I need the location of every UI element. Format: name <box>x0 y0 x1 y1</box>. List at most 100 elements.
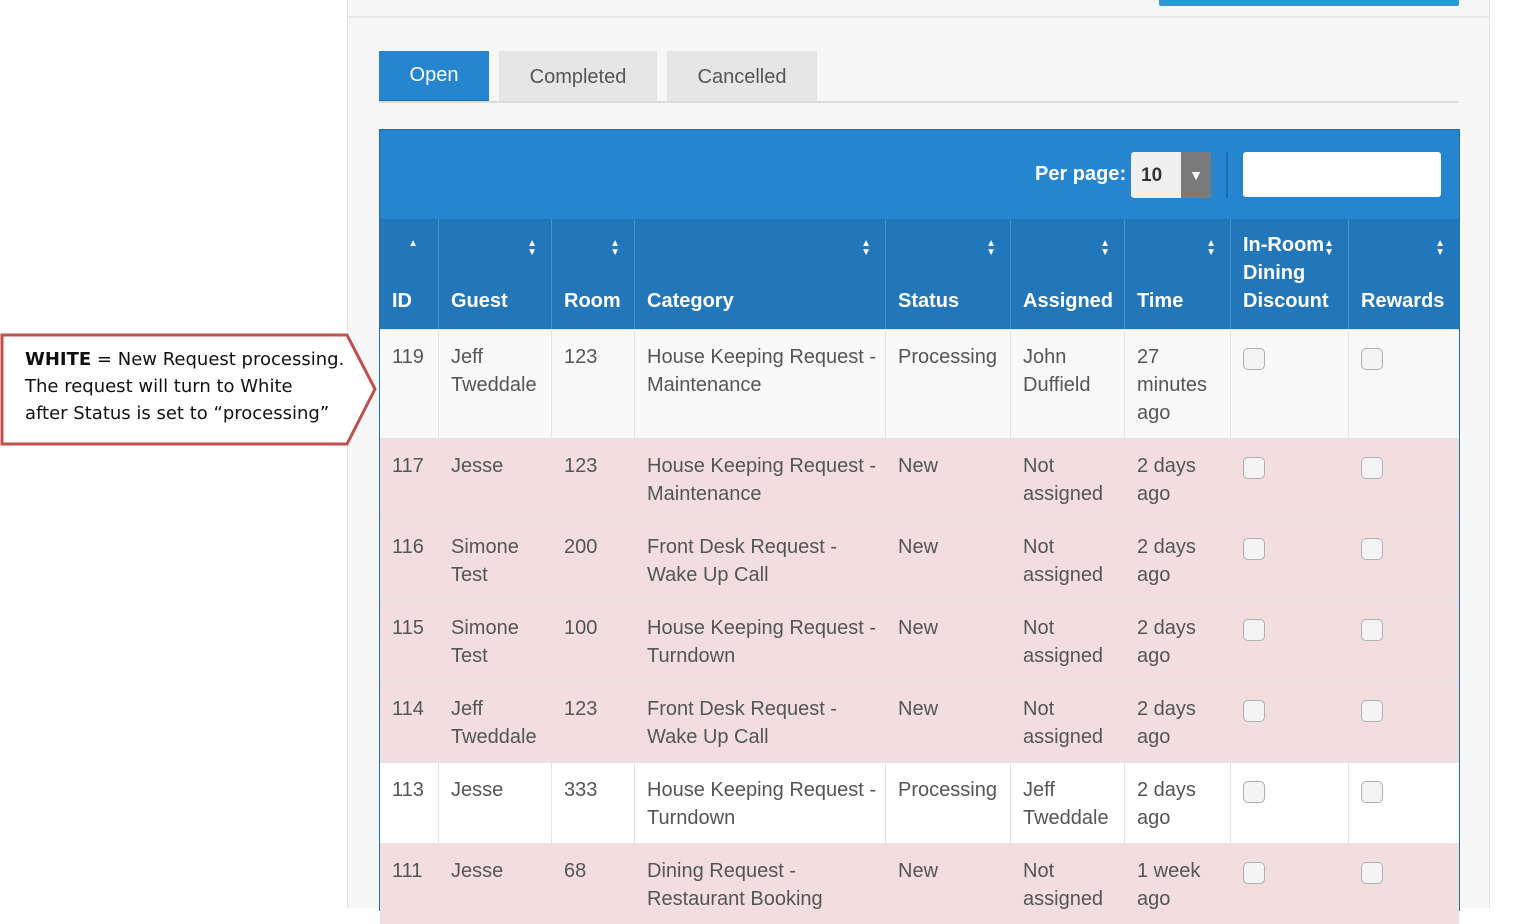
cell-category: House Keeping Request - Maintenance <box>647 455 877 505</box>
cell-time: 2 days ago <box>1137 698 1196 748</box>
cell-time: 2 days ago <box>1137 455 1196 505</box>
tab-cancelled[interactable]: Cancelled <box>667 51 817 103</box>
sort-both-icon: ▲ ▼ <box>610 238 620 258</box>
discount-checkbox[interactable] <box>1243 619 1265 641</box>
table-row[interactable]: 113 Jesse 333 House Keeping Request - Turnd… <box>380 762 1459 843</box>
cell-room: 200 <box>564 536 598 558</box>
cell-id: 114 <box>392 698 424 720</box>
callout-line1: = New Request processing. <box>91 349 345 370</box>
cell-assigned: Not assigned <box>1023 536 1104 586</box>
column-header-id[interactable]: ID ▲ <box>380 219 439 329</box>
table-row[interactable]: 114 Jeff Tweddale 123 Front Desk Request - … <box>380 681 1459 762</box>
requests-panel: Open Completed Cancelled Per page: 10 ▼ … <box>347 0 1490 924</box>
annotation-callout: WHITE = New Request processing. The requ… <box>0 333 380 447</box>
cell-discount <box>1231 520 1349 600</box>
table-header: ID ▲ Guest ▲ ▼ Room ▲ ▼ Category ▲ ▼ Status ▲ ▼ Assign… <box>380 219 1459 329</box>
per-page-select[interactable]: 10 ▼ <box>1131 152 1211 198</box>
cell-guest: Jesse <box>451 455 504 477</box>
column-header-label: Time <box>1137 290 1184 312</box>
cell-room: 123 <box>564 455 598 477</box>
cell-room: 333 <box>552 763 635 843</box>
discount-checkbox[interactable] <box>1243 862 1265 884</box>
discount-checkbox[interactable] <box>1243 781 1265 803</box>
cell-room: 123 <box>564 698 598 720</box>
rewards-checkbox[interactable] <box>1361 862 1383 884</box>
cell-rewards <box>1349 763 1459 843</box>
cell-rewards <box>1349 844 1459 924</box>
cell-status: Processing <box>886 763 1011 843</box>
rewards-checkbox[interactable] <box>1361 457 1383 479</box>
table-row[interactable]: 111 Jesse 68 Dining Request - Restaurant Bo… <box>380 843 1459 924</box>
callout-line2: The request will turn to White <box>25 376 293 397</box>
sort-both-icon: ▲ ▼ <box>527 238 537 258</box>
cell-guest: Jeff Tweddale <box>451 698 537 748</box>
search-input[interactable] <box>1243 152 1441 197</box>
column-header-label: Status <box>898 290 960 312</box>
cell-id: 116 <box>392 536 424 558</box>
discount-checkbox[interactable] <box>1243 457 1265 479</box>
requests-table: Per page: 10 ▼ ID ▲ Guest ▲ ▼ Room ▲ ▼ Category ▲… <box>379 129 1460 924</box>
cell-guest: Jesse <box>451 860 504 882</box>
table-row[interactable]: 119 Jeff Tweddale 123 House Keeping Request… <box>380 329 1459 438</box>
cell-assigned: John Duffield <box>1011 330 1125 438</box>
cell-rewards <box>1349 330 1459 438</box>
sort-both-icon: ▲ ▼ <box>1100 238 1110 258</box>
column-header-label: Rewards <box>1361 290 1445 312</box>
column-header-guest[interactable]: Guest ▲ ▼ <box>439 219 552 329</box>
rewards-checkbox[interactable] <box>1361 781 1383 803</box>
table-row[interactable]: 117 Jesse 123 House Keeping Request - Maint… <box>380 438 1459 519</box>
table-row[interactable]: 116 Simone Test 200 Front Desk Request - Wa… <box>380 519 1459 600</box>
callout-text: WHITE = New Request processing. The requ… <box>25 346 365 427</box>
cell-id: 113 <box>380 763 439 843</box>
column-header-category[interactable]: Category ▲ ▼ <box>635 219 886 329</box>
cell-discount <box>1231 844 1349 924</box>
cell-room: 68 <box>564 860 587 882</box>
column-header-label: Assigned <box>1023 290 1114 312</box>
cell-rewards <box>1349 601 1459 681</box>
cell-category: House Keeping Request - Maintenance <box>635 330 886 438</box>
rewards-checkbox[interactable] <box>1361 700 1383 722</box>
cell-id: 115 <box>392 617 424 639</box>
tab-open[interactable]: Open <box>379 51 489 103</box>
column-header-time[interactable]: Time ▲ ▼ <box>1125 219 1231 329</box>
table-row[interactable]: 115 Simone Test 100 House Keeping Request -… <box>380 600 1459 681</box>
cell-category: House Keeping Request - Turndown <box>647 617 877 667</box>
cell-time: 2 days ago <box>1125 763 1231 843</box>
rewards-checkbox[interactable] <box>1361 619 1383 641</box>
cell-assigned: Jeff Tweddale <box>1011 763 1125 843</box>
cell-status: New <box>898 860 939 882</box>
column-header-discount[interactable]: In-Room Dining Discount ▲ ▼ <box>1231 219 1349 329</box>
cell-id: 119 <box>380 330 439 438</box>
discount-checkbox[interactable] <box>1243 348 1265 370</box>
page-right-margin <box>1490 0 1518 900</box>
cell-rewards <box>1349 520 1459 600</box>
sort-ascending-icon: ▲ <box>408 238 418 249</box>
sort-both-icon: ▲ ▼ <box>986 238 996 258</box>
cell-time: 2 days ago <box>1137 617 1196 667</box>
tab-completed[interactable]: Completed <box>499 51 657 103</box>
callout-line3: after Status is set to “processing” <box>25 403 330 424</box>
column-header-label: ID <box>392 290 412 312</box>
sort-both-icon: ▲ ▼ <box>1435 238 1445 258</box>
discount-checkbox[interactable] <box>1243 700 1265 722</box>
rewards-checkbox[interactable] <box>1361 538 1383 560</box>
top-action-button[interactable] <box>1159 0 1459 6</box>
cell-category: House Keeping Request - Turndown <box>635 763 886 843</box>
rewards-checkbox[interactable] <box>1361 348 1383 370</box>
column-header-room[interactable]: Room ▲ ▼ <box>552 219 635 329</box>
discount-checkbox[interactable] <box>1243 538 1265 560</box>
cell-category: Front Desk Request - Wake Up Call <box>647 698 838 748</box>
cell-status: Processing <box>886 330 1011 438</box>
cell-status: New <box>898 698 939 720</box>
cell-assigned: Not assigned <box>1023 617 1104 667</box>
cell-status: New <box>898 536 939 558</box>
per-page-label: Per page: <box>1035 163 1127 185</box>
column-header-rewards[interactable]: Rewards ▲ ▼ <box>1349 219 1459 329</box>
cell-id: 117 <box>392 455 424 477</box>
cell-room: 100 <box>564 617 598 639</box>
cell-assigned: Not assigned <box>1023 455 1104 505</box>
cell-rewards <box>1349 439 1459 519</box>
cell-status: New <box>898 455 939 477</box>
column-header-status[interactable]: Status ▲ ▼ <box>886 219 1011 329</box>
column-header-assigned[interactable]: Assigned ▲ ▼ <box>1011 219 1125 329</box>
